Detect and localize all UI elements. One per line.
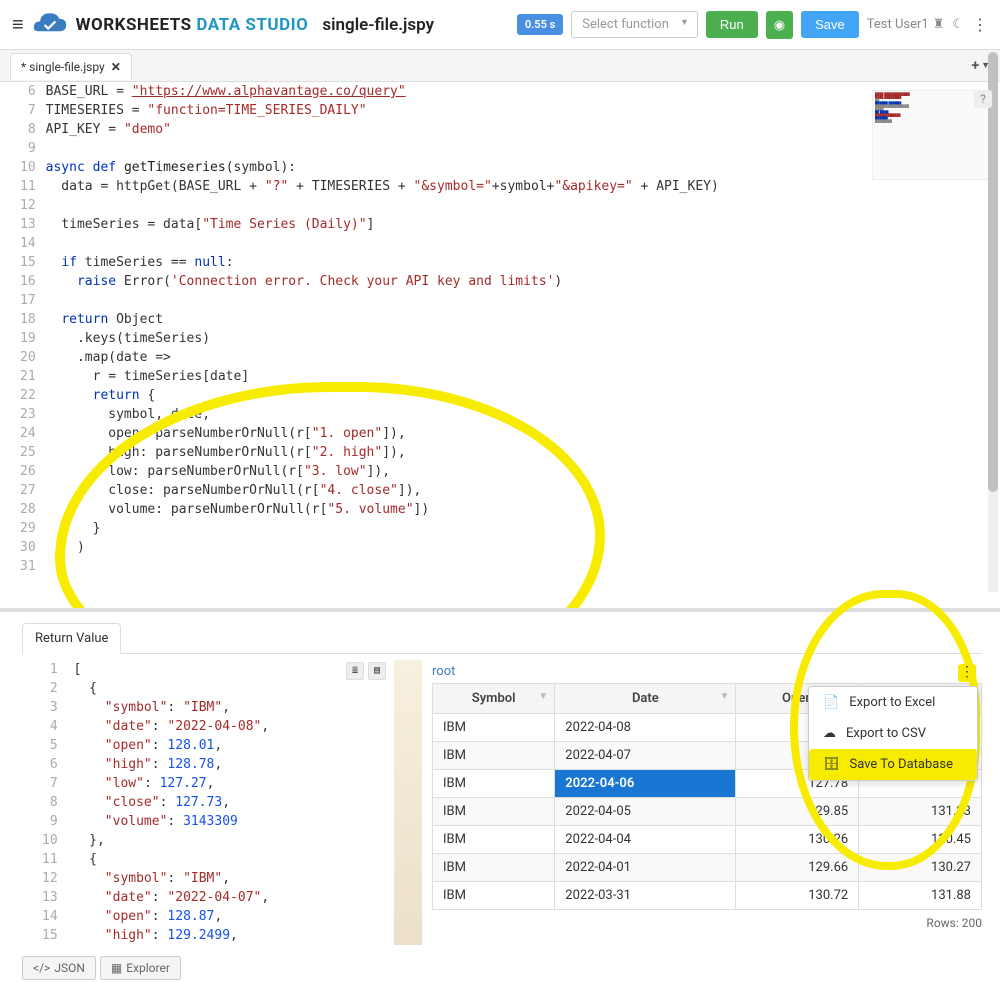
app-header: ≡ WORKSHEETS DATA STUDIO single-file.jsp… xyxy=(0,0,1000,50)
file-tab-active[interactable]: * single-file.jspy ✕ xyxy=(10,53,132,80)
brand-label: WORKSHEETS DATA STUDIO xyxy=(76,15,309,35)
row-count-label: Rows: 200 xyxy=(432,910,982,930)
app-logo-icon xyxy=(32,11,68,39)
run-scheduled-button[interactable]: ◉ xyxy=(766,11,793,39)
table-menu-icon[interactable]: ⋮ xyxy=(958,664,976,682)
line-gutter: 6789101112131415161718192021222324252627… xyxy=(0,82,46,576)
scrollbar[interactable] xyxy=(988,52,998,592)
save-database-item[interactable]: 🗄Save To Database xyxy=(809,749,977,780)
json-minimap[interactable] xyxy=(394,660,422,945)
code-content[interactable]: BASE_URL = "https://www.alphavantage.co/… xyxy=(46,82,1000,576)
run-button[interactable]: Run xyxy=(706,11,758,38)
theme-toggle-icon[interactable]: ☾ xyxy=(952,17,964,32)
code-icon: </> xyxy=(33,961,50,975)
help-icon[interactable]: ? xyxy=(974,90,992,108)
code-editor[interactable]: ? ████ ████████████ ████ ████████ ██ ███… xyxy=(0,82,1000,612)
save-button[interactable]: Save xyxy=(801,11,859,38)
user-icon: ♜ xyxy=(933,17,945,32)
export-excel-item[interactable]: 📄Export to Excel xyxy=(809,687,977,718)
hamburger-icon[interactable]: ≡ xyxy=(12,12,24,37)
function-select[interactable]: Select function xyxy=(571,11,698,38)
wrap-icon[interactable]: ≣ xyxy=(346,662,364,680)
export-csv-item[interactable]: ☁Export to CSV xyxy=(809,718,977,749)
tab-label: * single-file.jspy xyxy=(21,60,105,74)
exec-time-badge: 0.55 s xyxy=(517,14,563,35)
table-row[interactable]: IBM2022-04-01129.66130.27 xyxy=(433,854,982,882)
table-row[interactable]: IBM2022-04-04130.26130.45 xyxy=(433,826,982,854)
cloud-icon: ☁ xyxy=(823,726,836,741)
database-icon: 🗄 xyxy=(823,757,840,772)
more-menu-icon[interactable]: ⋮ xyxy=(972,15,988,34)
table-context-menu: 📄Export to Excel ☁Export to CSV 🗄Save To… xyxy=(808,686,978,781)
breadcrumb[interactable]: root xyxy=(432,660,982,683)
data-table-pane: root ⋮ 📄Export to Excel ☁Export to CSV 🗄… xyxy=(432,660,982,960)
table-row[interactable]: IBM2022-04-05129.85131.23 xyxy=(433,798,982,826)
return-value-panel: Return Value ≣ ▤ 123456789101112131415 [… xyxy=(0,612,1000,982)
close-icon[interactable]: ✕ xyxy=(111,60,121,74)
format-icon[interactable]: ▤ xyxy=(368,662,386,680)
file-tabs: * single-file.jspy ✕ + ▼ xyxy=(0,50,1000,82)
grid-icon: ▦ xyxy=(111,961,122,975)
json-viewer[interactable]: ≣ ▤ 123456789101112131415 [ { "symbol": … xyxy=(22,660,422,960)
current-filename: single-file.jspy xyxy=(322,15,434,35)
return-value-tab[interactable]: Return Value xyxy=(22,623,121,654)
excel-icon: 📄 xyxy=(823,695,839,710)
user-label[interactable]: Test User1♜ xyxy=(867,17,945,32)
table-row[interactable]: IBM2022-03-31130.72131.88 xyxy=(433,882,982,910)
